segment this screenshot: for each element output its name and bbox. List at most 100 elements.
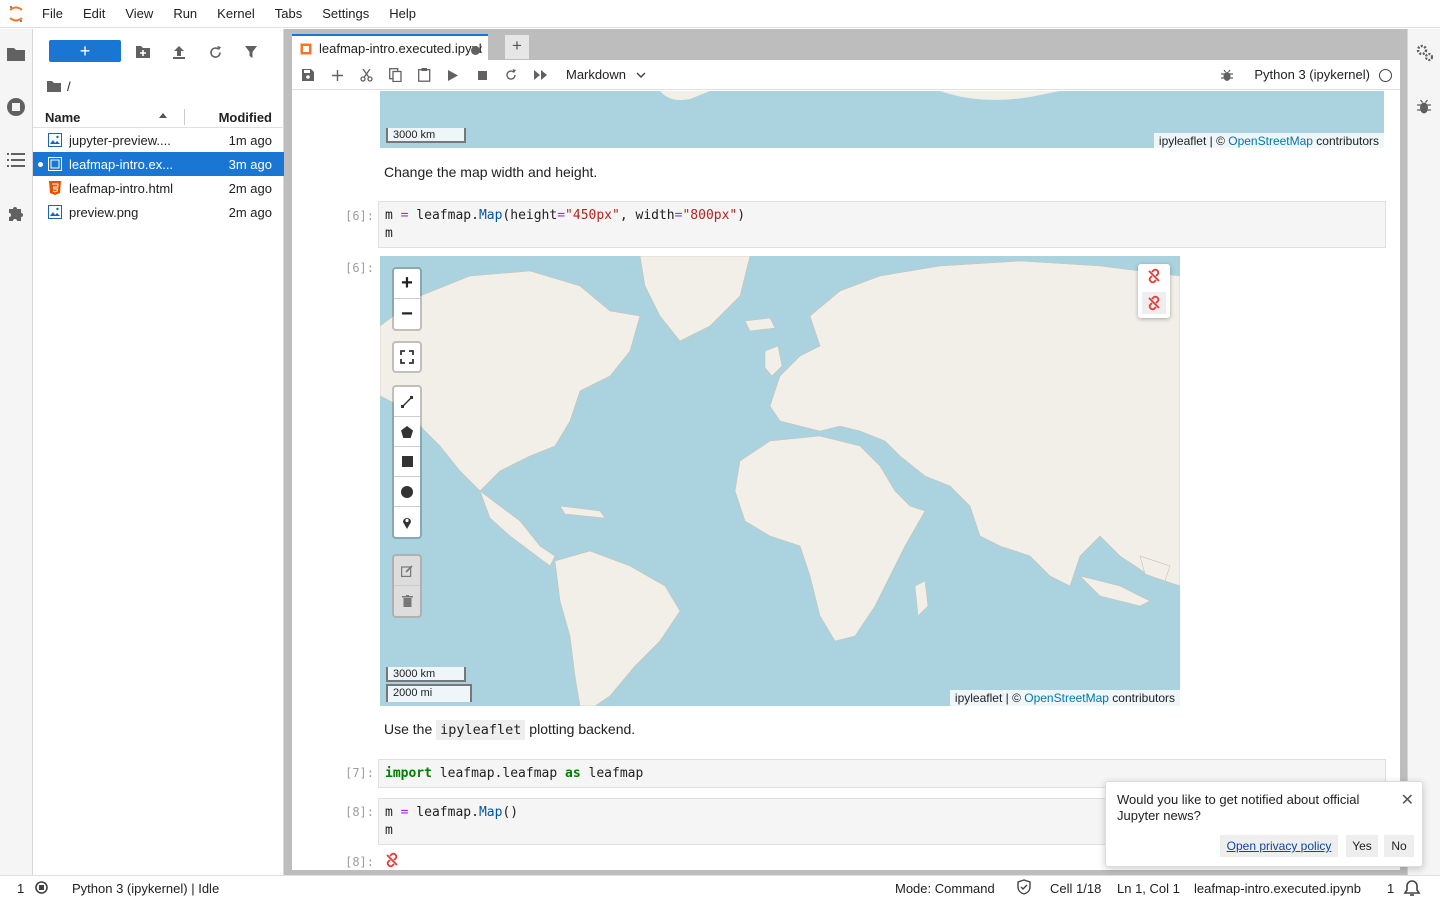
filter-icon[interactable] bbox=[240, 41, 262, 63]
unlink-icon[interactable] bbox=[384, 852, 400, 870]
tab-label: leafmap-intro.executed.ipynb bbox=[319, 41, 482, 56]
markdown-cell[interactable]: Use the ipyleaflet plotting backend. bbox=[384, 720, 635, 740]
stop-icon[interactable] bbox=[473, 66, 491, 84]
debugger-bug-icon[interactable] bbox=[1417, 99, 1431, 118]
md-text: Use the bbox=[384, 721, 437, 737]
attribution-prefix: ipyleaflet | © bbox=[1158, 134, 1229, 148]
draw-rectangle-icon[interactable] bbox=[394, 447, 420, 477]
upload-icon[interactable] bbox=[168, 41, 190, 63]
no-button[interactable]: No bbox=[1384, 835, 1414, 857]
map-scale-km: 3000 km bbox=[386, 128, 466, 143]
notebook-file-icon bbox=[48, 157, 62, 171]
copy-icon[interactable] bbox=[386, 66, 404, 84]
file-row[interactable]: jupyter-preview.... 1m ago bbox=[33, 128, 284, 152]
notebook-tab-icon bbox=[300, 43, 312, 54]
run-icon[interactable] bbox=[444, 66, 462, 84]
code-cell[interactable]: m = leafmap.Map(height="450px", width="8… bbox=[378, 201, 1386, 248]
file-browser-toolbar: + bbox=[33, 37, 284, 67]
inline-code: ipyleaflet bbox=[436, 720, 526, 740]
menu-file[interactable]: File bbox=[32, 0, 73, 28]
edit-toolbar bbox=[392, 554, 422, 618]
tab-notebook[interactable]: leafmap-intro.executed.ipynb bbox=[292, 34, 488, 61]
refresh-icon[interactable] bbox=[204, 41, 226, 63]
close-icon[interactable]: ✕ bbox=[1401, 790, 1414, 810]
kernel-sessions-icon[interactable] bbox=[34, 880, 49, 898]
menu-kernel[interactable]: Kernel bbox=[207, 0, 265, 28]
file-name: leafmap-intro.html bbox=[69, 181, 174, 196]
menu-edit[interactable]: Edit bbox=[73, 0, 115, 28]
markdown-cell[interactable]: Change the map width and height. bbox=[384, 164, 597, 180]
openstreetmap-link[interactable]: OpenStreetMap bbox=[1228, 134, 1313, 148]
leaflet-map[interactable]: + − 3000 km 2000 mi ipyleaflet | © OpenS… bbox=[380, 256, 1180, 706]
file-list-header: Name Modified bbox=[33, 106, 284, 128]
notification-message: Would you like to get notified about off… bbox=[1117, 792, 1360, 823]
delete-layers-icon[interactable] bbox=[394, 586, 420, 616]
column-divider[interactable] bbox=[184, 109, 185, 125]
jupyter-logo-icon bbox=[0, 0, 32, 28]
folder-icon[interactable] bbox=[5, 43, 27, 65]
draw-marker-icon[interactable] bbox=[394, 507, 420, 537]
draw-circle-icon[interactable] bbox=[394, 477, 420, 507]
cut-icon[interactable] bbox=[357, 66, 375, 84]
yes-button[interactable]: Yes bbox=[1346, 835, 1378, 857]
breadcrumb-root[interactable]: / bbox=[67, 79, 71, 94]
file-row[interactable]: leafmap-intro.html 2m ago bbox=[33, 176, 284, 200]
menu-help[interactable]: Help bbox=[379, 0, 426, 28]
fullscreen-control bbox=[392, 341, 422, 373]
cell-type-label: Markdown bbox=[566, 67, 626, 82]
insert-cell-icon[interactable] bbox=[328, 66, 346, 84]
running-kernels-icon[interactable] bbox=[5, 96, 27, 118]
map-attribution: ipyleaflet | © OpenStreetMap contributor… bbox=[1153, 133, 1384, 148]
unlink-active-icon[interactable] bbox=[1142, 292, 1166, 314]
privacy-policy-link[interactable]: Open privacy policy bbox=[1220, 835, 1338, 857]
menu-settings[interactable]: Settings bbox=[312, 0, 379, 28]
property-inspector-gears-icon[interactable] bbox=[1415, 43, 1435, 66]
fullscreen-icon[interactable] bbox=[394, 343, 420, 371]
kernel-status-text[interactable]: Python 3 (ipykernel) | Idle bbox=[72, 881, 219, 896]
trusted-shield-icon[interactable] bbox=[1017, 879, 1031, 898]
file-modified: 2m ago bbox=[228, 181, 272, 196]
new-folder-icon[interactable] bbox=[132, 41, 154, 63]
draw-polyline-icon[interactable] bbox=[394, 387, 420, 417]
column-modified-header[interactable]: Modified bbox=[219, 110, 272, 125]
add-tab-button[interactable]: + bbox=[505, 35, 529, 59]
menu-run[interactable]: Run bbox=[163, 0, 207, 28]
draw-toolbar bbox=[392, 385, 422, 539]
new-launcher-button[interactable]: + bbox=[49, 40, 121, 62]
cell-type-dropdown[interactable]: Markdown bbox=[566, 67, 646, 82]
paste-icon[interactable] bbox=[415, 66, 433, 84]
breadcrumb-folder-icon[interactable] bbox=[47, 80, 61, 92]
notebook-cells[interactable]: 3000 km ipyleaflet | © OpenStreetMap con… bbox=[292, 91, 1400, 870]
table-of-contents-icon[interactable] bbox=[5, 149, 27, 171]
file-browser-panel: + / Name Modified jupyter-preview.... 1m… bbox=[33, 29, 284, 875]
extensions-puzzle-icon[interactable] bbox=[5, 202, 27, 224]
zoom-out-button[interactable]: − bbox=[394, 299, 420, 329]
menu-view[interactable]: View bbox=[115, 0, 163, 28]
file-row[interactable]: preview.png 2m ago bbox=[33, 200, 284, 224]
unsaved-dot-icon[interactable] bbox=[471, 46, 480, 55]
openstreetmap-link[interactable]: OpenStreetMap bbox=[1024, 691, 1109, 705]
map-scale-mi: 2000 mi bbox=[386, 684, 472, 702]
file-row-selected[interactable]: leafmap-intro.ex... 3m ago bbox=[33, 152, 284, 176]
column-name-header[interactable]: Name bbox=[45, 110, 80, 125]
save-icon[interactable] bbox=[299, 66, 317, 84]
draw-polygon-icon[interactable] bbox=[394, 417, 420, 447]
unlink-icon[interactable] bbox=[1146, 268, 1162, 287]
restart-icon[interactable] bbox=[502, 66, 520, 84]
map-output-top[interactable]: 3000 km ipyleaflet | © OpenStreetMap con… bbox=[380, 91, 1384, 148]
main-dock-area: leafmap-intro.executed.ipynb + Markdown … bbox=[284, 29, 1407, 875]
notification-count[interactable]: 1 bbox=[1387, 881, 1394, 896]
edit-layers-icon[interactable] bbox=[394, 556, 420, 586]
zoom-in-button[interactable]: + bbox=[394, 269, 420, 299]
menu-tabs[interactable]: Tabs bbox=[265, 0, 312, 28]
terminal-count[interactable]: 1 bbox=[17, 881, 24, 896]
html-file-icon bbox=[49, 181, 61, 195]
map-scale-km: 3000 km bbox=[386, 667, 466, 682]
kernel-name-button[interactable]: Python 3 (ipykernel) bbox=[1254, 67, 1370, 82]
fast-forward-icon[interactable] bbox=[531, 66, 549, 84]
attribution-prefix: ipyleaflet | © bbox=[954, 691, 1025, 705]
cursor-position[interactable]: Ln 1, Col 1 bbox=[1117, 881, 1180, 896]
bell-icon[interactable] bbox=[1403, 879, 1421, 900]
debugger-bug-icon[interactable] bbox=[1218, 66, 1236, 84]
file-name-status: leafmap-intro.executed.ipynb bbox=[1194, 881, 1361, 896]
